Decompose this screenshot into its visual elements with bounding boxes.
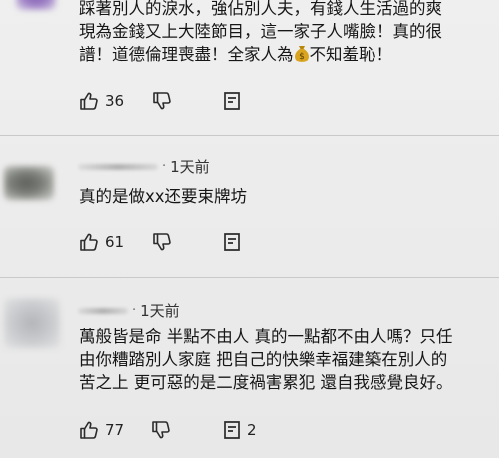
comment-line: 苦之上 更可惡的是二度禍害累犯 還自我感覺良好。 bbox=[79, 373, 453, 392]
comment-time[interactable]: 1天前 bbox=[170, 156, 210, 177]
thumbs-down-icon bbox=[153, 233, 171, 251]
comment-line: 現為金錢又上大陸節目，這一家子人嘴臉！真的很 bbox=[79, 22, 442, 41]
comment-actions: 36 bbox=[79, 91, 279, 113]
separator-dot: · bbox=[132, 303, 137, 318]
separator-dot: · bbox=[162, 159, 167, 174]
svg-text:$: $ bbox=[299, 52, 305, 62]
money-bag-icon: $ bbox=[294, 46, 309, 62]
comment-feed: 踩著別人的淚水，強佔別人夫，有錢人生活過的爽 現為金錢又上大陸節目，這一家子人嘴… bbox=[0, 0, 499, 458]
dislike-button[interactable] bbox=[151, 420, 171, 440]
comment-2: · 1天前 真的是做xx还要束牌坊 61 bbox=[0, 136, 499, 277]
comment-time[interactable]: 1天前 bbox=[140, 300, 180, 321]
thumbs-up-icon bbox=[80, 92, 98, 110]
comment-body: 萬般皆是命 半點不由人 真的一點都不由人嗎？只任 由你糟踏別人家庭 把自己的快樂… bbox=[79, 325, 453, 394]
comment-body: 踩著別人的淚水，強佔別人夫，有錢人生活過的爽 現為金錢又上大陸節目，這一家子人嘴… bbox=[79, 0, 442, 66]
dislike-button[interactable] bbox=[152, 91, 172, 111]
dislike-button[interactable] bbox=[152, 232, 172, 252]
comment-actions: 77 2 bbox=[79, 420, 299, 442]
thumbs-down-icon bbox=[153, 92, 171, 110]
like-count: 36 bbox=[105, 92, 125, 110]
avatar[interactable] bbox=[4, 298, 60, 348]
reply-comment-icon bbox=[224, 421, 240, 439]
comment-line: 踩著別人的淚水，強佔別人夫，有錢人生活過的爽 bbox=[79, 0, 442, 18]
like-count: 61 bbox=[105, 233, 125, 251]
reply-button[interactable] bbox=[223, 232, 241, 252]
comment-3: · 1天前 萬般皆是命 半點不由人 真的一點都不由人嗎？只任 由你糟踏別人家庭 … bbox=[0, 278, 499, 458]
like-count: 77 bbox=[105, 421, 125, 439]
comment-1: 踩著別人的淚水，強佔別人夫，有錢人生活過的爽 現為金錢又上大陸節目，這一家子人嘴… bbox=[0, 0, 499, 135]
comment-actions: 61 bbox=[79, 232, 279, 254]
author-name[interactable] bbox=[78, 307, 128, 314]
reply-button[interactable]: 2 bbox=[223, 420, 257, 440]
avatar[interactable] bbox=[16, 0, 56, 10]
comment-meta: · 1天前 bbox=[78, 156, 210, 177]
comment-line: 萬般皆是命 半點不由人 真的一點都不由人嗎？只任 bbox=[79, 327, 453, 346]
comment-body: 真的是做xx还要束牌坊 bbox=[79, 187, 248, 206]
avatar[interactable] bbox=[4, 166, 54, 200]
comment-line: 譜！道德倫理喪盡！全家人為 $ 不知羞恥！ bbox=[79, 45, 392, 64]
author-name[interactable] bbox=[78, 163, 158, 170]
thumbs-down-icon bbox=[152, 421, 170, 439]
reply-count: 2 bbox=[247, 421, 257, 439]
thumbs-up-icon bbox=[80, 233, 98, 251]
reply-comment-icon bbox=[224, 92, 240, 110]
reply-button[interactable] bbox=[223, 91, 241, 111]
comment-meta: · 1天前 bbox=[78, 300, 180, 321]
comment-line: 由你糟踏別人家庭 把自己的快樂幸福建築在別人的 bbox=[79, 350, 448, 369]
reply-comment-icon bbox=[224, 233, 240, 251]
thumbs-up-icon bbox=[80, 421, 98, 439]
like-button[interactable]: 77 bbox=[79, 420, 124, 440]
like-button[interactable]: 36 bbox=[79, 91, 124, 111]
like-button[interactable]: 61 bbox=[79, 232, 124, 252]
